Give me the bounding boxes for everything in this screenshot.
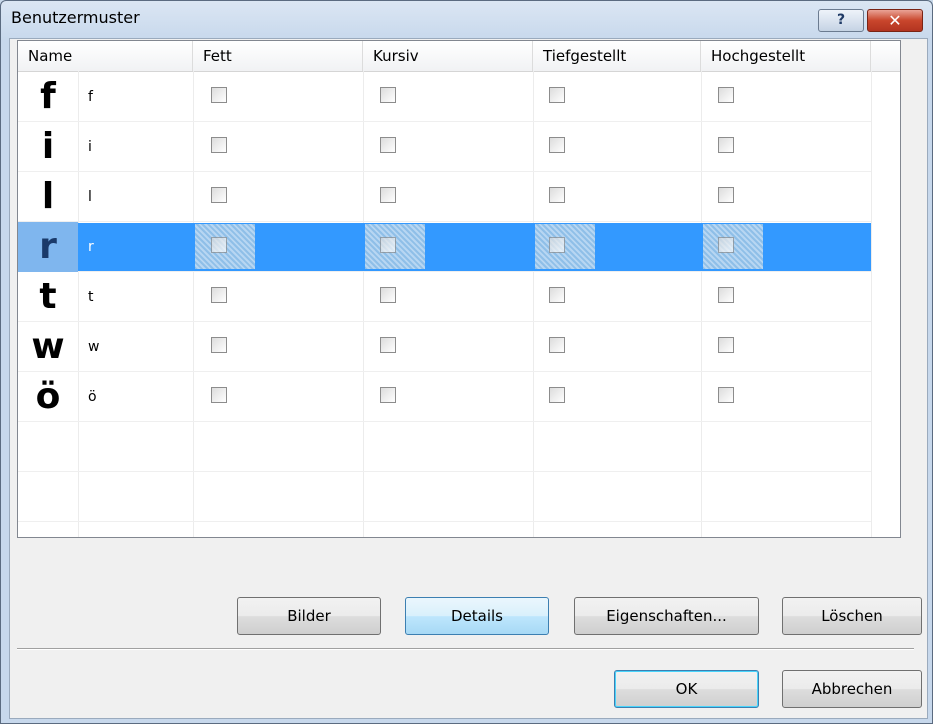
- details-button[interactable]: Details: [405, 597, 549, 635]
- kursiv-checkbox[interactable]: [380, 87, 396, 103]
- column-header-fett[interactable]: Fett: [193, 41, 363, 71]
- column-header-kursiv[interactable]: Kursiv: [363, 41, 533, 71]
- kursiv-checkbox[interactable]: [380, 187, 396, 203]
- column-header-hochgestellt[interactable]: Hochgestellt: [701, 41, 871, 71]
- empty-row: [18, 472, 871, 522]
- char-label: l: [88, 189, 92, 205]
- tiefgestellt-checkbox[interactable]: [549, 187, 565, 203]
- tiefgestellt-checkbox[interactable]: [549, 287, 565, 303]
- abbrechen-button-label: Abbrechen: [811, 680, 893, 698]
- ok-button[interactable]: OK: [614, 670, 759, 708]
- kursiv-checkbox[interactable]: [380, 237, 396, 253]
- list-row-o-umlaut[interactable]: ö ö: [18, 372, 871, 422]
- details-button-label: Details: [450, 607, 503, 625]
- char-label: t: [88, 289, 94, 305]
- hochgestellt-checkbox[interactable]: [718, 187, 734, 203]
- char-label: w: [88, 339, 100, 355]
- glyph-preview: t: [39, 276, 57, 317]
- ok-button-label: OK: [675, 680, 698, 698]
- window-title: Benutzermuster: [11, 8, 140, 27]
- column-header-name[interactable]: Name: [18, 41, 193, 71]
- empty-row: [18, 422, 871, 472]
- list-header: Name Fett Kursiv Tiefgestellt Hochgestel…: [18, 41, 900, 72]
- glyph-preview: w: [31, 326, 65, 367]
- loeschen-button[interactable]: Löschen: [782, 597, 922, 635]
- column-divider: [871, 71, 872, 537]
- pattern-list-view[interactable]: Name Fett Kursiv Tiefgestellt Hochgestel…: [17, 40, 901, 538]
- fett-checkbox[interactable]: [211, 87, 227, 103]
- title-bar[interactable]: Benutzermuster ? ✕: [1, 1, 932, 37]
- fett-checkbox[interactable]: [211, 187, 227, 203]
- column-header-tiefgestellt[interactable]: Tiefgestellt: [533, 41, 701, 71]
- glyph-preview: f: [40, 76, 56, 117]
- fett-checkbox[interactable]: [211, 137, 227, 153]
- hochgestellt-checkbox[interactable]: [718, 137, 734, 153]
- fett-checkbox[interactable]: [211, 387, 227, 403]
- fett-checkbox[interactable]: [211, 237, 227, 253]
- eigenschaften-button-label: Eigenschaften...: [606, 607, 727, 625]
- kursiv-checkbox[interactable]: [380, 137, 396, 153]
- abbrechen-button[interactable]: Abbrechen: [782, 670, 922, 708]
- tiefgestellt-checkbox[interactable]: [549, 237, 565, 253]
- glyph-preview: l: [41, 176, 55, 217]
- focus-cell: [535, 224, 595, 269]
- kursiv-checkbox[interactable]: [380, 337, 396, 353]
- char-label: i: [88, 139, 92, 155]
- kursiv-checkbox[interactable]: [380, 387, 396, 403]
- tiefgestellt-checkbox[interactable]: [549, 137, 565, 153]
- hochgestellt-checkbox[interactable]: [718, 287, 734, 303]
- eigenschaften-button[interactable]: Eigenschaften...: [574, 597, 759, 635]
- close-button[interactable]: ✕: [867, 9, 923, 32]
- close-icon: ✕: [888, 11, 902, 30]
- loeschen-button-label: Löschen: [821, 607, 883, 625]
- kursiv-checkbox[interactable]: [380, 287, 396, 303]
- glyph-preview: r: [18, 222, 78, 272]
- list-row-i[interactable]: i i: [18, 122, 871, 172]
- hochgestellt-checkbox[interactable]: [718, 387, 734, 403]
- tiefgestellt-checkbox[interactable]: [549, 337, 565, 353]
- glyph-preview: ö: [35, 376, 61, 417]
- char-label: f: [88, 89, 93, 105]
- list-row-f[interactable]: f f: [18, 72, 871, 122]
- help-icon: ?: [836, 12, 846, 28]
- tiefgestellt-checkbox[interactable]: [549, 387, 565, 403]
- list-row-w[interactable]: w w: [18, 322, 871, 372]
- bilder-button[interactable]: Bilder: [237, 597, 381, 635]
- list-row-t[interactable]: t t: [18, 272, 871, 322]
- fett-checkbox[interactable]: [211, 337, 227, 353]
- glyph-preview: i: [41, 126, 55, 167]
- separator: [17, 648, 914, 650]
- tiefgestellt-checkbox[interactable]: [549, 87, 565, 103]
- list-row-l[interactable]: l l: [18, 172, 871, 222]
- hochgestellt-checkbox[interactable]: [718, 87, 734, 103]
- char-label: ö: [88, 389, 97, 405]
- hochgestellt-checkbox[interactable]: [718, 237, 734, 253]
- fett-checkbox[interactable]: [211, 287, 227, 303]
- hochgestellt-checkbox[interactable]: [718, 337, 734, 353]
- bilder-button-label: Bilder: [287, 607, 331, 625]
- char-label: r: [88, 239, 94, 255]
- help-button[interactable]: ?: [818, 9, 864, 32]
- list-row-r-selected[interactable]: r r: [18, 222, 871, 272]
